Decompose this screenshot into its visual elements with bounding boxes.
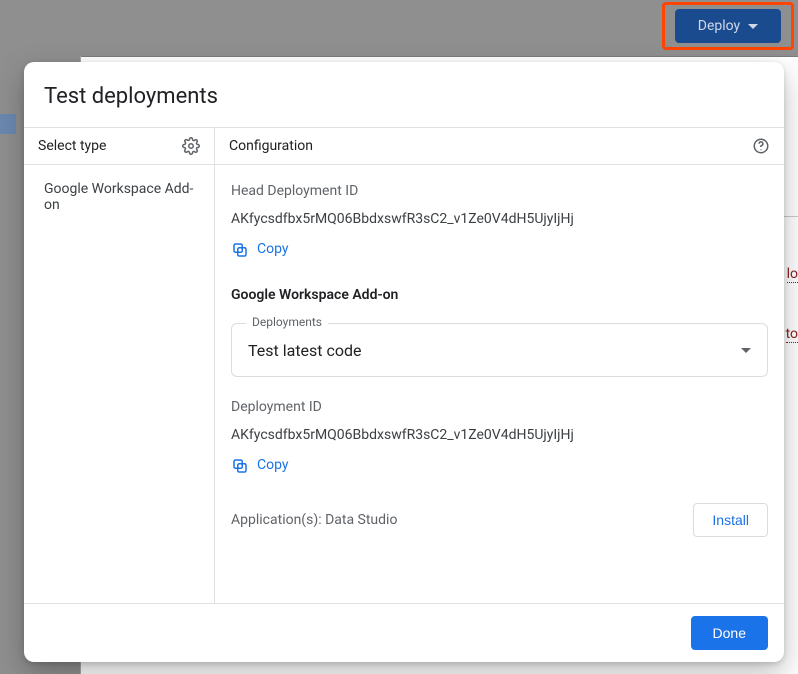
head-deployment-id-value: AKfycsdfbx5rMQ06BbdxswfR3sC2_v1Ze0V4dH5U… <box>231 211 768 227</box>
test-deployments-dialog: Test deployments Select type Google Work… <box>24 62 784 662</box>
copy-label: Copy <box>257 457 289 473</box>
configuration-header-label: Configuration <box>229 138 313 154</box>
deploy-button[interactable]: Deploy <box>675 9 781 43</box>
deployments-select-value: Test latest code <box>248 341 362 360</box>
install-button[interactable]: Install <box>693 503 768 537</box>
done-button[interactable]: Done <box>691 616 768 650</box>
dialog-footer: Done <box>24 604 784 662</box>
select-type-column: Select type Google Workspace Add-on <box>24 128 215 603</box>
copy-icon <box>231 241 247 257</box>
deployment-id-value: AKfycsdfbx5rMQ06BbdxswfR3sC2_v1Ze0V4dH5U… <box>231 427 768 443</box>
configuration-column: Configuration Head Deployment ID AKfycsd… <box>215 128 784 603</box>
deployment-id-label: Deployment ID <box>231 399 768 415</box>
dialog-body: Select type Google Workspace Add-on Conf… <box>24 127 784 604</box>
head-deployment-id-label: Head Deployment ID <box>231 183 768 199</box>
configuration-header: Configuration <box>215 128 784 165</box>
chevron-down-icon <box>741 348 751 353</box>
copy-head-deployment-id-button[interactable]: Copy <box>231 241 289 257</box>
help-icon[interactable] <box>752 137 770 155</box>
copy-icon <box>231 457 247 473</box>
deployments-select[interactable]: Deployments Test latest code <box>231 323 768 377</box>
select-type-header-label: Select type <box>38 138 106 154</box>
type-item-google-workspace-addon[interactable]: Google Workspace Add-on <box>24 165 214 225</box>
applications-text: Application(s): Data Studio <box>231 512 397 528</box>
addon-section-title: Google Workspace Add-on <box>231 287 768 303</box>
configuration-body: Head Deployment ID AKfycsdfbx5rMQ06Bbdxs… <box>215 165 784 545</box>
topbar: Deploy <box>0 0 798 57</box>
copy-deployment-id-button[interactable]: Copy <box>231 457 289 473</box>
select-type-header: Select type <box>24 128 214 165</box>
gear-icon[interactable] <box>182 137 200 155</box>
deploy-highlight-box: Deploy <box>662 2 794 50</box>
dialog-title: Test deployments <box>24 62 784 127</box>
deploy-button-label: Deploy <box>698 18 740 34</box>
deployments-select-floating-label: Deployments <box>246 315 328 329</box>
chevron-down-icon <box>748 24 758 29</box>
applications-row: Application(s): Data Studio Install <box>231 503 768 537</box>
copy-label: Copy <box>257 241 289 257</box>
